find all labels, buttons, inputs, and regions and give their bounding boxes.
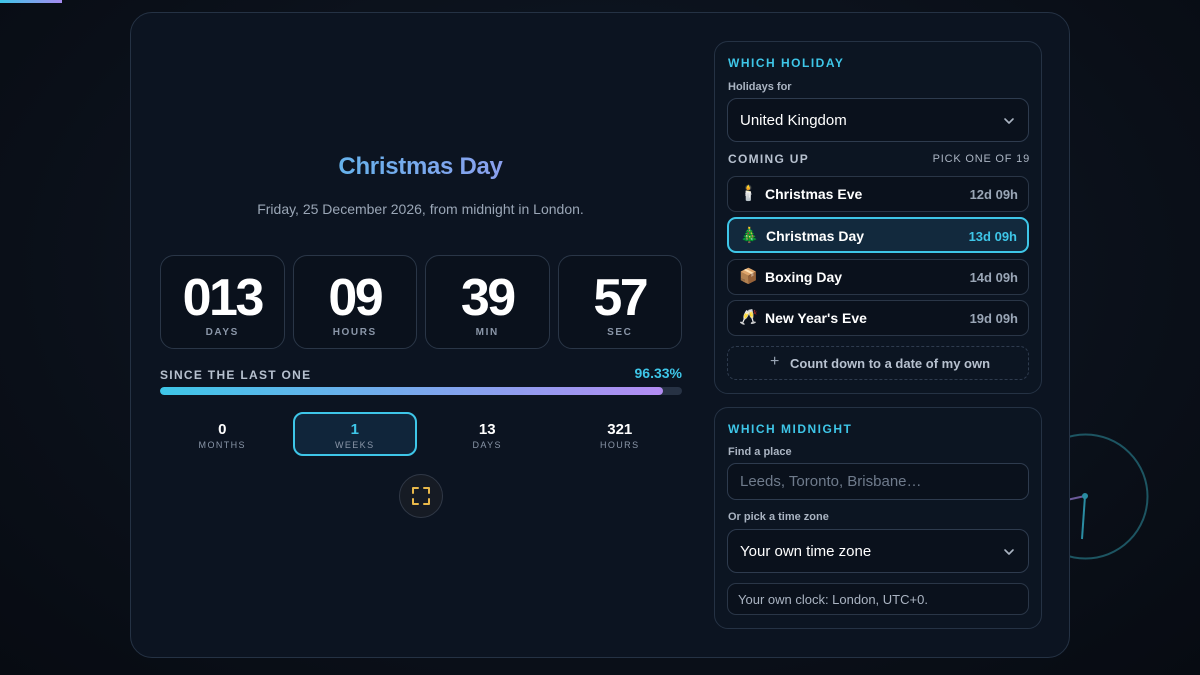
since-last-percent: 96.33% — [634, 365, 682, 381]
elapsed-value: 13 — [478, 421, 496, 438]
elapsed-weeks-button[interactable]: 1 WEEKS — [292, 412, 417, 456]
holiday-item-name: New Year's Eve — [765, 310, 867, 326]
elapsed-value: 0 — [218, 421, 227, 438]
holiday-item-new-years-eve[interactable]: 🥂 New Year's Eve 19d 09h — [727, 300, 1029, 336]
holiday-item-name: Christmas Eve — [765, 186, 863, 202]
holiday-item-time: 14d 09h — [969, 270, 1018, 285]
which-midnight-panel: WHICH MIDNIGHT Find a place Or pick a ti… — [714, 407, 1042, 629]
counter-unit: HOURS — [332, 327, 377, 338]
elapsed-unit: DAYS — [472, 440, 502, 450]
own-clock-note: Your own clock: London, UTC+0. — [727, 583, 1029, 615]
counter-days: 013 DAYS — [160, 255, 285, 349]
country-select[interactable]: United Kingdom — [727, 98, 1029, 142]
own-clock-text: Your own clock: London, UTC+0. — [738, 592, 928, 607]
holiday-item-name: Christmas Day — [766, 228, 865, 244]
holidays-for-label: Holidays for — [728, 81, 792, 93]
counter-value: 57 — [593, 269, 648, 327]
elapsed-hours-button[interactable]: 321 HOURS — [558, 412, 683, 456]
plus-icon: + — [770, 353, 780, 370]
pick-count-label: PICK ONE OF 19 — [932, 153, 1030, 165]
which-midnight-heading: WHICH MIDNIGHT — [728, 422, 853, 436]
custom-date-label: Count down to a date of my own — [790, 356, 991, 371]
time-zone-select[interactable]: Your own time zone — [727, 529, 1029, 573]
main-card: Christmas Day Friday, 25 December 2026, … — [130, 12, 1070, 658]
counter-minutes: 39 MIN — [425, 255, 550, 349]
elapsed-unit: HOURS — [599, 440, 640, 450]
counter-value: 09 — [328, 269, 383, 327]
time-zone-label: Or pick a time zone — [728, 511, 829, 523]
counter-value: 39 — [460, 269, 516, 327]
since-progress-fill — [160, 387, 663, 395]
elapsed-value: 1 — [350, 421, 359, 438]
since-last-label: SINCE THE LAST ONE — [160, 368, 312, 382]
which-holiday-panel: WHICH HOLIDAY Holidays for United Kingdo… — [714, 41, 1042, 394]
holiday-item-time: 19d 09h — [969, 311, 1018, 326]
counter-hours: 09 HOURS — [292, 255, 417, 349]
fullscreen-button[interactable] — [399, 474, 443, 518]
custom-date-button[interactable]: + Count down to a date of my own — [727, 346, 1029, 380]
holiday-item-christmas-day[interactable]: 🎄 Christmas Day 13d 09h — [727, 217, 1029, 253]
countdown-counters: 013 DAYS 09 HOURS 39 MIN 57 SEC — [160, 255, 682, 349]
holiday-item-time: 12d 09h — [969, 187, 1018, 202]
holiday-item-name: Boxing Day — [765, 269, 843, 285]
since-progress-bar — [160, 387, 682, 395]
elapsed-unit: MONTHS — [198, 440, 246, 450]
elapsed-unit: WEEKS — [334, 440, 375, 450]
holiday-title: Christmas Day — [159, 153, 682, 181]
elapsed-units: 0 MONTHS 1 WEEKS 13 DAYS 321 HOURS — [160, 412, 682, 456]
christmas-tree-icon: 🎄 — [740, 227, 759, 244]
find-place-label: Find a place — [728, 446, 792, 458]
chevron-down-icon — [1004, 118, 1014, 124]
time-zone-select-value: Your own time zone — [740, 543, 872, 560]
elapsed-months-button[interactable]: 0 MONTHS — [160, 412, 285, 456]
coming-up-row: COMING UP PICK ONE OF 19 — [728, 152, 1030, 168]
holiday-item-time: 13d 09h — [968, 229, 1017, 244]
counter-unit: SEC — [607, 327, 633, 338]
champagne-glasses-icon: 🥂 — [739, 309, 758, 326]
which-holiday-heading: WHICH HOLIDAY — [728, 56, 845, 70]
top-progress-accent — [0, 0, 62, 3]
holiday-subtitle: Friday, 25 December 2026, from midnight … — [257, 201, 584, 217]
candle-icon: 🕯️ — [739, 185, 758, 202]
elapsed-days-button[interactable]: 13 DAYS — [425, 412, 550, 456]
counter-seconds: 57 SEC — [557, 255, 682, 349]
chevron-down-icon — [1004, 549, 1014, 555]
countdown-section: Christmas Day Friday, 25 December 2026, … — [159, 13, 682, 657]
elapsed-value: 321 — [607, 421, 633, 438]
holiday-item-christmas-eve[interactable]: 🕯️ Christmas Eve 12d 09h — [727, 176, 1029, 212]
holiday-item-boxing-day[interactable]: 📦 Boxing Day 14d 09h — [727, 259, 1029, 295]
country-select-value: United Kingdom — [740, 112, 847, 129]
fullscreen-icon — [412, 487, 430, 505]
package-icon: 📦 — [739, 268, 758, 285]
counter-value: 013 — [182, 269, 265, 327]
place-search-input[interactable] — [727, 463, 1029, 500]
coming-up-label: COMING UP — [728, 152, 810, 166]
counter-unit: DAYS — [205, 327, 239, 338]
counter-unit: MIN — [475, 327, 499, 338]
